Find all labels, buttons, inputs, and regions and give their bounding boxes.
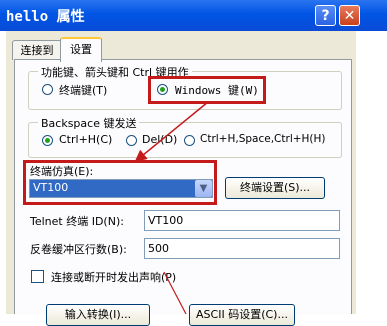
tab-settings[interactable]: 设置 bbox=[60, 37, 102, 62]
annotation-arrows bbox=[134, 101, 209, 314]
annotation-line-bottom bbox=[163, 271, 187, 314]
annotation-arrow-to-emulation bbox=[134, 101, 209, 162]
